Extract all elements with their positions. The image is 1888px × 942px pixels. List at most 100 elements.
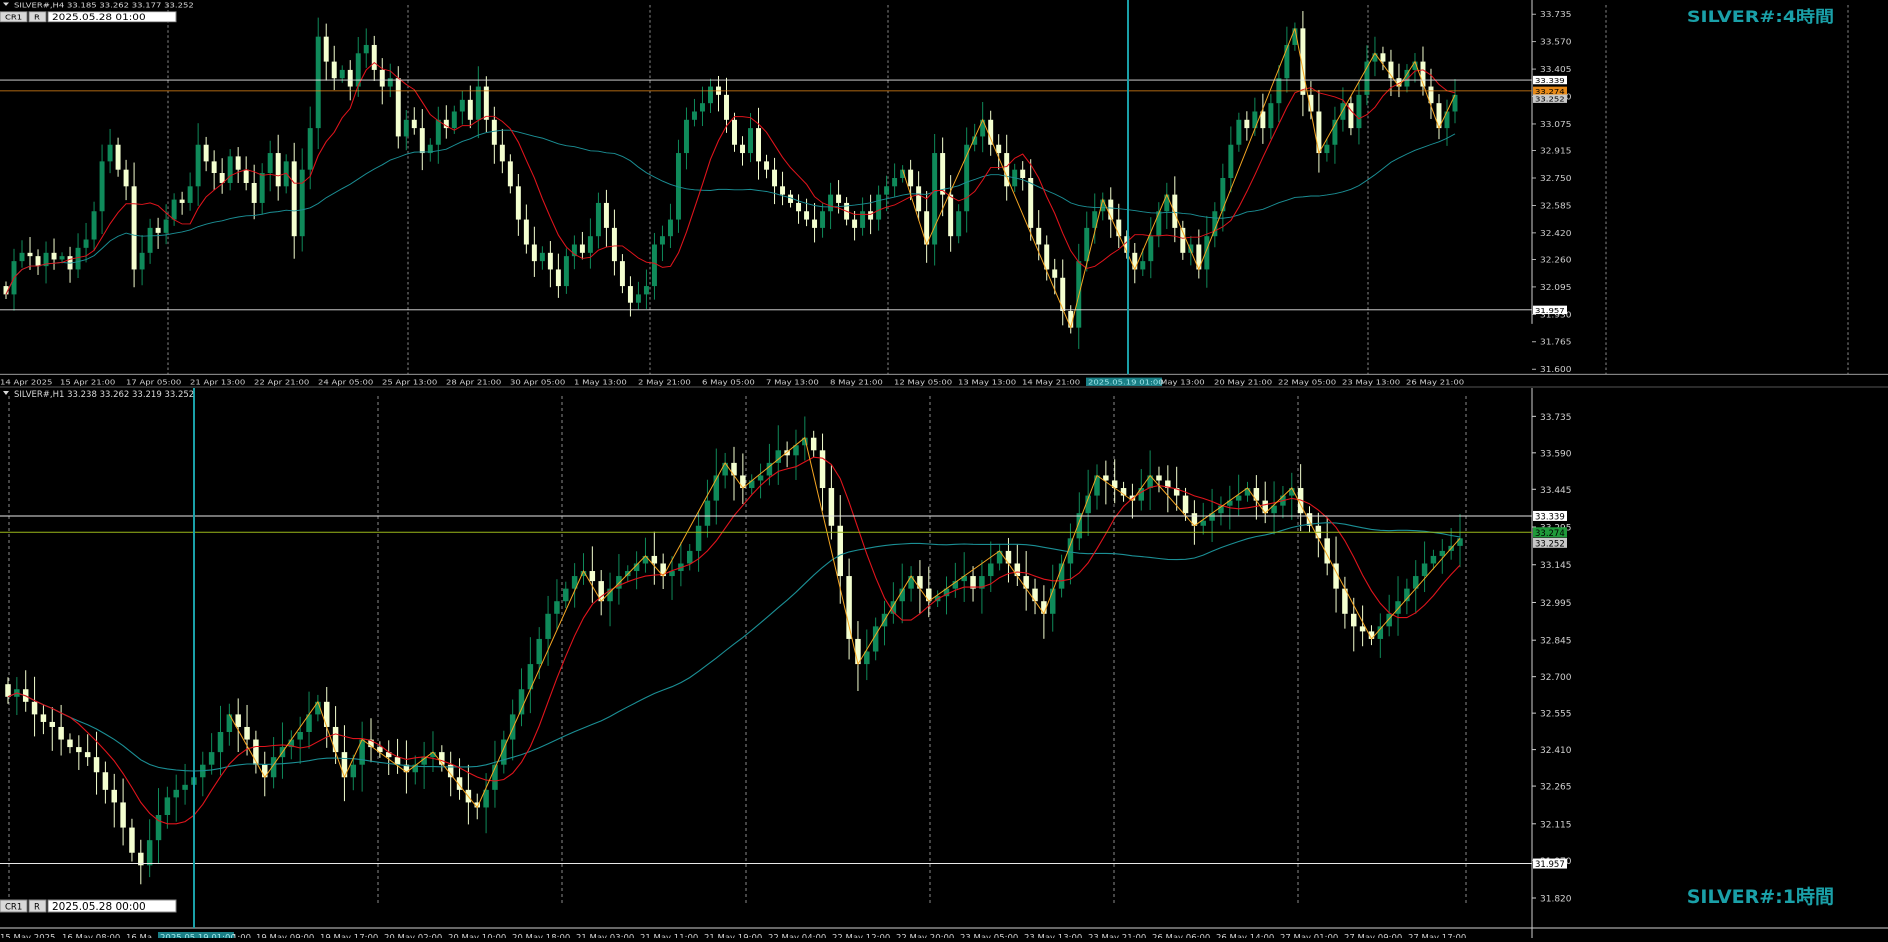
candle-body [1395, 601, 1401, 614]
candle-body [1220, 177, 1226, 212]
candle-body [515, 186, 521, 220]
candle-body [579, 244, 585, 253]
candle-body [545, 613, 551, 639]
candle-body [1439, 550, 1446, 556]
price-label: 33.274 [1535, 529, 1565, 539]
candle-body [1457, 538, 1463, 546]
candle-body [146, 840, 153, 866]
candle-body [139, 252, 145, 270]
candle-body [58, 726, 64, 740]
y-tick-label: 33.405 [1540, 65, 1571, 74]
candle-body [350, 764, 357, 778]
price-label: 33.274 [1535, 87, 1565, 95]
candle-body [996, 144, 1002, 154]
candle-body [740, 144, 745, 154]
h1-chart-svg[interactable]: 33.73533.59033.44533.29533.14532.99532.8… [0, 388, 1888, 942]
candle-body [523, 219, 529, 245]
candle-body [1351, 613, 1357, 627]
candle-body [948, 194, 954, 237]
candle-body [244, 726, 250, 740]
candle-body [1020, 169, 1026, 178]
candle-body [211, 161, 217, 174]
candle-body [1049, 588, 1056, 614]
candle-body [536, 638, 542, 665]
candle-body [323, 701, 330, 727]
candle-body [129, 827, 135, 853]
candle-body [173, 789, 179, 798]
candle-body [155, 227, 161, 233]
x-tick-label: 26 May 21:00 [1406, 378, 1464, 386]
y-tick-label: 33.445 [1540, 486, 1572, 496]
y-tick-label: 33.590 [1540, 449, 1572, 459]
x-tick-label: 2 May 21:00 [638, 378, 691, 386]
candle-body [699, 103, 705, 112]
y-tick-label: 31.765 [1540, 337, 1571, 346]
x-tick-label: 24 Apr 05:00 [318, 378, 373, 386]
candle-body [1148, 236, 1154, 262]
candle-body [164, 797, 171, 815]
candle-body [1036, 227, 1042, 245]
candle-body [1348, 103, 1354, 129]
x-tick-label: 13 May 13:00 [958, 378, 1016, 386]
h4-chart-svg[interactable]: 33.73533.57033.40533.24033.07532.91532.7… [0, 0, 1888, 387]
y-tick-label: 32.845 [1540, 637, 1572, 647]
x-tick-label: 14 May 21:00 [1022, 378, 1080, 386]
symbol-ohlc-header: SILVER#,H1 33.238 33.262 33.219 33.252 [14, 390, 194, 400]
candle-body [371, 44, 377, 70]
x-tick-label: 27 May 09:00 [1344, 934, 1402, 939]
candle-body [635, 294, 641, 303]
chart-panel-h1[interactable]: 33.73533.59033.44533.29533.14532.99532.8… [0, 388, 1888, 942]
candle-body [547, 252, 553, 270]
x-tick-label: 15 Apr 21:00 [60, 378, 115, 386]
candle-body [182, 784, 188, 790]
candle-body [331, 61, 337, 79]
x-tick-label: 1 May 13:00 [574, 378, 627, 386]
candle-body [19, 252, 25, 262]
cursor-time-label: 2025.05.19 01:00 [160, 934, 236, 939]
candle-body [1444, 111, 1450, 129]
candle-body [347, 69, 353, 87]
y-tick-label: 33.570 [1540, 37, 1571, 46]
candle-body [1236, 119, 1242, 145]
x-tick-label: 20 May 02:00 [384, 934, 442, 939]
candle-body [31, 701, 38, 715]
candle-body [509, 714, 516, 740]
candle-body [1268, 103, 1274, 129]
candle-body [651, 555, 658, 564]
candle-body [93, 757, 100, 773]
candle-body [147, 227, 153, 253]
y-tick-label: 32.420 [1540, 229, 1571, 238]
candle-body [187, 186, 193, 203]
candle-body [1324, 144, 1330, 154]
candle-body [251, 182, 257, 203]
datetime-input-value: 2025.05.28 01:00 [52, 13, 146, 23]
x-tick-label: 12 May 05:00 [894, 378, 952, 386]
x-tick-label: 28 Apr 21:00 [446, 378, 501, 386]
candle-body [1386, 613, 1392, 627]
x-tick-label: 14 Apr 2025 [0, 378, 52, 386]
x-tick-label: 7 May 13:00 [766, 378, 819, 386]
y-tick-label: 33.735 [1540, 413, 1572, 423]
candle-body [651, 244, 657, 287]
x-tick-label: 20 May 10:00 [448, 934, 506, 939]
candle-body [619, 261, 625, 287]
x-tick-label: 21 Apr 13:00 [190, 378, 245, 386]
x-tick-label: 27 May 01:00 [1280, 934, 1338, 939]
candle-body [704, 500, 711, 526]
candle-body [59, 256, 65, 260]
price-label: 33.252 [1535, 95, 1565, 103]
candle-body [91, 211, 97, 240]
chart-panel-h4[interactable]: 33.73533.57033.40533.24033.07532.91532.7… [0, 0, 1888, 387]
y-tick-label: 33.145 [1540, 561, 1572, 571]
candle-body [812, 219, 818, 228]
x-tick-label: 30 Apr 05:00 [510, 378, 565, 386]
candle-body [1284, 44, 1290, 79]
candle-body [988, 563, 994, 577]
x-tick-label: 23 May 21:00 [1088, 934, 1146, 939]
candle-body [387, 78, 393, 87]
candle-body [892, 177, 898, 187]
candle-body [804, 211, 810, 220]
candle-body [379, 69, 385, 87]
candle-body [49, 721, 56, 727]
candle-body [659, 236, 665, 245]
